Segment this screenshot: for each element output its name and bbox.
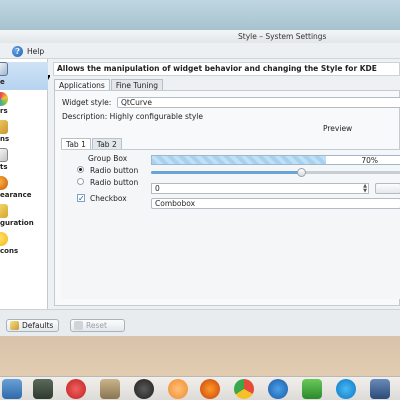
banana-app-icon[interactable]: [168, 379, 188, 399]
fonts-icon: [0, 148, 8, 162]
preview-tab-2[interactable]: Tab 2: [91, 138, 122, 149]
widget-style-value: QtCurve: [121, 98, 152, 107]
sidebar-item-label: ts: [0, 163, 8, 171]
defaults-button[interactable]: Defaults: [6, 319, 60, 332]
main-tabs: Applications Fine Tuning: [54, 79, 164, 90]
sidebar-item-label: cons: [0, 247, 19, 255]
file-manager-icon[interactable]: [2, 379, 22, 399]
emoticons-icon: [0, 232, 8, 246]
window-title: Style – System Settings: [238, 32, 327, 41]
taskbar: [0, 376, 400, 400]
slider[interactable]: [151, 168, 400, 177]
spin-arrows-icon[interactable]: ▲ ▼: [363, 184, 367, 194]
app-icon[interactable]: [370, 379, 390, 399]
sidebar-item-label: e: [0, 78, 5, 86]
configuration-icon: [0, 204, 8, 218]
radio-button-2-label: Radio button: [90, 178, 139, 187]
progress-text: 70%: [361, 156, 378, 165]
colors-icon: [0, 92, 8, 106]
menubar: ? Help: [0, 43, 400, 59]
reset-button[interactable]: Reset: [70, 319, 125, 332]
style-icon: [0, 62, 8, 76]
sidebar-item-appearance[interactable]: earance: [0, 176, 48, 204]
progress-bar: 70%: [151, 155, 400, 165]
progress-fill: [152, 156, 326, 164]
sidebar-item-icons[interactable]: ns: [0, 120, 48, 148]
appearance-icon: [0, 176, 8, 190]
skull-app-icon[interactable]: [134, 379, 154, 399]
icons-icon: [0, 120, 8, 134]
window-titlebar[interactable]: Style – System Settings: [0, 30, 400, 43]
spin-box[interactable]: 0 ▲ ▼: [151, 183, 369, 194]
preview-combobox[interactable]: Combobox: [151, 198, 400, 209]
reset-icon: [74, 321, 83, 330]
sidebar-item-emoticons[interactable]: cons: [0, 232, 48, 260]
reset-label: Reset: [86, 321, 107, 330]
desktop-wallpaper: [0, 0, 400, 30]
sidebar-item-configuration[interactable]: guration: [0, 204, 48, 232]
help-icon: ?: [12, 45, 23, 57]
group-box-label: Group Box: [88, 154, 128, 163]
slider-handle[interactable]: [297, 168, 306, 177]
tab-applications[interactable]: Applications: [54, 79, 110, 90]
help-menu-button[interactable]: ? Help: [12, 44, 44, 58]
slider-fill: [151, 171, 301, 174]
preview-tabs: Tab 1 Tab 2: [61, 138, 123, 149]
bottom-button-bar: Defaults Reset: [0, 309, 400, 336]
widget-style-combobox[interactable]: QtCurve: [117, 97, 400, 108]
firefox-icon[interactable]: [200, 379, 220, 399]
sidebar-item-style[interactable]: e: [0, 62, 48, 90]
bird-app-icon[interactable]: [302, 379, 322, 399]
preview-tab-1[interactable]: Tab 1: [61, 138, 91, 149]
checkbox[interactable]: ✓: [77, 194, 85, 203]
sidebar-item-colors[interactable]: rs: [0, 92, 48, 120]
preview-combobox-value: Combobox: [155, 199, 196, 208]
applications-panel: Widget style: QtCurve Description: Highl…: [54, 90, 400, 306]
sidebar-item-label: ns: [0, 135, 10, 143]
sidebar-item-label: earance: [0, 191, 32, 199]
preview-label: Preview: [323, 124, 353, 133]
chrome-icon[interactable]: [234, 379, 254, 399]
radio-button-2[interactable]: [77, 178, 84, 185]
checkbox-label: Checkbox: [90, 194, 127, 203]
dcb-app-icon[interactable]: [100, 379, 120, 399]
page-heading: Allows the manipulation of widget behavi…: [53, 62, 400, 76]
update-icon[interactable]: [268, 379, 288, 399]
skype-icon[interactable]: [336, 379, 356, 399]
preview-push-button[interactable]: [375, 183, 400, 194]
radio-button-1[interactable]: [77, 166, 84, 173]
sidebar: e rs ns ts earance guration cons: [0, 59, 48, 309]
defaults-label: Defaults: [22, 321, 54, 330]
defaults-icon: [10, 321, 19, 330]
system-monitor-icon[interactable]: [33, 379, 53, 399]
shutdown-icon[interactable]: [66, 379, 86, 399]
sidebar-item-label: rs: [0, 107, 8, 115]
preview-area: Group Box Radio button Radio button ✓ Ch…: [61, 149, 400, 299]
help-label: Help: [27, 46, 45, 56]
sidebar-item-fonts[interactable]: ts: [0, 148, 48, 176]
spin-box-value: 0: [155, 184, 160, 193]
content-area: Allows the manipulation of widget behavi…: [50, 59, 400, 309]
sidebar-item-label: guration: [0, 219, 34, 227]
widget-style-label: Widget style:: [62, 98, 112, 107]
radio-button-1-label: Radio button: [90, 166, 139, 175]
style-description: Description: Highly configurable style: [62, 112, 203, 121]
tab-fine-tuning[interactable]: Fine Tuning: [110, 79, 163, 90]
system-settings-window: Style – System Settings ? Help e rs ns t…: [0, 30, 400, 336]
